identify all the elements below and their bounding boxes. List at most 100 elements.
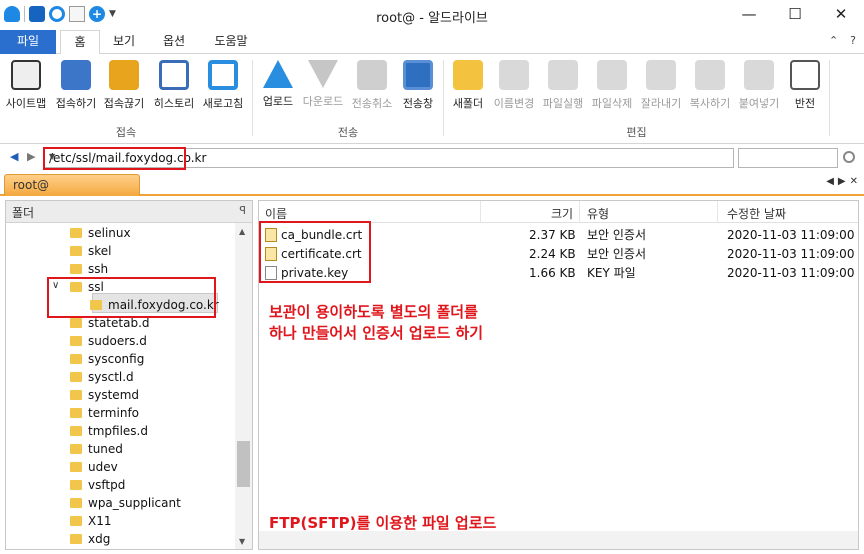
close-tab-icon[interactable]: ✕ [850, 176, 858, 187]
tree-item[interactable]: xdg [70, 530, 110, 548]
file-size: 2.24 KB [529, 247, 576, 261]
file-modified: 2020-11-03 11:09:00 [727, 247, 855, 261]
folder-pane: 폴더 ꟼ selinux skel ssh ∨ ssl mail.foxydog.… [5, 200, 253, 550]
tree-item[interactable]: tuned [70, 440, 123, 458]
forward-arrow-icon[interactable]: ▶ [27, 150, 35, 163]
tab-view[interactable]: 보기 [104, 30, 144, 54]
search-icon[interactable] [843, 151, 855, 163]
upload-arrow-icon [263, 60, 293, 88]
run-file-button[interactable]: 파일실행 [539, 60, 587, 111]
history-button[interactable]: 히스토리 [150, 60, 198, 111]
connect-button[interactable]: 접속하기 [52, 60, 100, 111]
tree-item[interactable]: sudoers.d [70, 332, 147, 350]
tab-home[interactable]: 홈 [60, 30, 100, 55]
column-size[interactable]: 크기 [551, 205, 573, 222]
file-size: 1.66 KB [529, 266, 576, 280]
group-label-edit: 편집 [626, 126, 647, 139]
panel-controls: ◀ ▶ ✕ [826, 176, 858, 187]
tree-item[interactable]: ssh [70, 260, 108, 278]
disconnect-button[interactable]: 접속끊기 [100, 60, 148, 111]
file-scrollbar[interactable] [259, 531, 858, 549]
transfer-window-icon [403, 60, 433, 90]
minimize-button[interactable]: — [726, 0, 772, 30]
column-name[interactable]: 이름 [265, 205, 287, 222]
tree-item-label: xdg [88, 532, 111, 546]
download-button[interactable]: 다운로드 [300, 60, 346, 109]
column-type[interactable]: 유형 [587, 205, 609, 222]
cancel-transfer-button[interactable]: 전송취소 [348, 60, 396, 111]
file-modified: 2020-11-03 11:09:00 [727, 266, 855, 280]
copy-icon [695, 60, 725, 90]
delete-file-button[interactable]: 파일삭제 [588, 60, 636, 111]
upload-button[interactable]: 업로드 [258, 60, 298, 109]
tree-item[interactable]: vsftpd [70, 476, 125, 494]
trash-icon [597, 60, 627, 90]
tree-item-label: vsftpd [88, 478, 126, 492]
highlight-address [43, 147, 186, 170]
tab-root[interactable]: root@ [4, 174, 140, 196]
tree-item[interactable]: udev [70, 458, 118, 476]
column-divider [480, 201, 481, 223]
tab-options[interactable]: 옵션 [154, 30, 194, 54]
tree-item[interactable]: terminfo [70, 404, 139, 422]
panel-header: root@ ◀ ▶ ✕ [0, 172, 864, 196]
title-bar: + ▼ root@ - 알드라이브 — ☐ ✕ [0, 0, 864, 30]
next-tab-icon[interactable]: ▶ [838, 176, 846, 187]
folder-icon [70, 227, 82, 238]
prev-tab-icon[interactable]: ◀ [826, 176, 834, 187]
collapse-ribbon-icon[interactable]: ⌃ [829, 34, 838, 47]
help-icon[interactable]: ? [850, 34, 856, 47]
folder-icon [70, 317, 82, 328]
copy-label: 복사하기 [689, 97, 731, 110]
scroll-up-icon[interactable]: ▲ [239, 227, 245, 236]
cut-button[interactable]: 잘라내기 [637, 60, 685, 111]
folder-scrollbar[interactable]: ▲ ▼ [235, 223, 252, 549]
scroll-thumb[interactable] [237, 441, 250, 487]
tree-item[interactable]: skel [70, 242, 112, 260]
refresh-button[interactable]: 새로고침 [199, 60, 247, 111]
unplug-icon [109, 60, 139, 90]
tree-item[interactable]: X11 [70, 512, 112, 530]
disconnect-label: 접속끊기 [103, 97, 145, 110]
sitemap-button[interactable]: 사이트맵 [3, 60, 49, 111]
folder-icon [70, 263, 82, 274]
tree-item[interactable]: tmpfiles.d [70, 422, 148, 440]
file-type: 보안 인증서 [587, 228, 647, 242]
back-arrow-icon[interactable]: ◀ [10, 150, 18, 163]
tree-item[interactable]: wpa_supplicant [70, 494, 181, 512]
search-input[interactable] [738, 148, 838, 168]
clock-icon [159, 60, 189, 90]
folder-pane-title: 폴더 [12, 206, 35, 220]
rename-button[interactable]: 이름변경 [490, 60, 538, 111]
copy-button[interactable]: 복사하기 [686, 60, 734, 111]
tab-file[interactable]: 파일 [0, 30, 56, 54]
invert-selection-button[interactable]: 반전 [788, 60, 822, 111]
new-folder-button[interactable]: 새폴더 [449, 60, 487, 111]
download-label: 다운로드 [302, 95, 344, 108]
tree-item[interactable]: selinux [70, 224, 131, 242]
pin-icon[interactable]: ꟼ [239, 204, 246, 217]
tab-help[interactable]: 도움말 [206, 30, 256, 54]
transfer-window-button[interactable]: 전송창 [398, 60, 438, 111]
paste-button[interactable]: 붙여넣기 [735, 60, 783, 111]
tree-item[interactable]: sysconfig [70, 350, 144, 368]
close-button[interactable]: ✕ [818, 0, 864, 30]
group-label-connect: 접속 [115, 126, 137, 139]
column-modified[interactable]: 수정한 날짜 [727, 205, 786, 222]
cancel-icon [357, 60, 387, 90]
tree-item[interactable]: systemd [70, 386, 139, 404]
folder-icon [70, 497, 82, 508]
rename-icon [499, 60, 529, 90]
file-type: KEY 파일 [587, 266, 636, 280]
ribbon-options: ⌃ ? [829, 34, 856, 47]
scroll-down-icon[interactable]: ▼ [239, 537, 245, 546]
maximize-button[interactable]: ☐ [772, 0, 818, 30]
folder-icon [70, 353, 82, 364]
annotation-line2: 하나 만들어서 인증서 업로드 하기 [269, 324, 484, 342]
new-folder-icon [453, 60, 483, 90]
tree-item[interactable]: sysctl.d [70, 368, 134, 386]
file-list-header: 이름 크기 유형 수정한 날짜 [259, 201, 858, 223]
file-size: 2.37 KB [529, 228, 576, 242]
column-divider [717, 201, 718, 223]
file-modified: 2020-11-03 11:09:00 [727, 228, 855, 242]
